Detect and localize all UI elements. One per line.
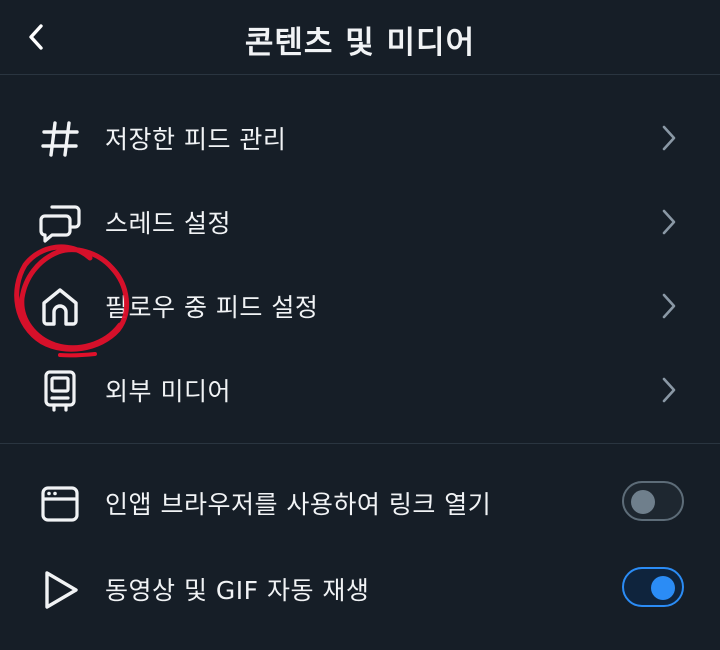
toggle-row-autoplay[interactable]: 동영상 및 GIF 자동 재생 [0, 546, 720, 630]
toggle-row-in-app-browser[interactable]: 인앱 브라우저를 사용하여 링크 열기 [0, 460, 720, 544]
home-icon [38, 285, 82, 329]
chevron-right-icon [662, 293, 676, 319]
menu-item-label: 저장한 피드 관리 [105, 125, 287, 154]
autoplay-toggle[interactable] [622, 567, 684, 607]
play-icon [38, 568, 82, 612]
toggle-section: 인앱 브라우저를 사용하여 링크 열기 동영상 및 GIF 자동 재생 [0, 460, 720, 640]
toggle-knob [651, 576, 675, 600]
media-player-icon [38, 369, 82, 413]
chevron-right-icon [662, 209, 676, 235]
chevron-right-icon [662, 125, 676, 151]
toggle-label: 동영상 및 GIF 자동 재생 [105, 576, 370, 605]
toggle-knob [631, 490, 655, 514]
header: 콘텐츠 및 미디어 [0, 0, 720, 75]
speech-bubbles-icon [38, 201, 82, 245]
browser-window-icon [38, 482, 82, 526]
page-title: 콘텐츠 및 미디어 [244, 25, 476, 61]
toggle-label: 인앱 브라우저를 사용하여 링크 열기 [105, 490, 492, 519]
menu-item-label: 필로우 중 피드 설정 [105, 293, 319, 322]
menu-item-saved-feeds[interactable]: 저장한 피드 관리 [0, 95, 720, 179]
chevron-right-icon [662, 377, 676, 403]
menu-item-following-feed-settings[interactable]: 필로우 중 피드 설정 [0, 263, 720, 347]
menu-item-external-media[interactable]: 외부 미디어 [0, 347, 720, 431]
menu-item-thread-settings[interactable]: 스레드 설정 [0, 179, 720, 263]
menu-item-label: 외부 미디어 [105, 377, 231, 406]
in-app-browser-toggle[interactable] [622, 481, 684, 521]
menu-section: 저장한 피드 관리 스레드 설정 필로우 중 피드 설정 외부 미디어 [0, 95, 720, 444]
menu-item-label: 스레드 설정 [105, 209, 231, 238]
hashtag-icon [38, 117, 82, 161]
